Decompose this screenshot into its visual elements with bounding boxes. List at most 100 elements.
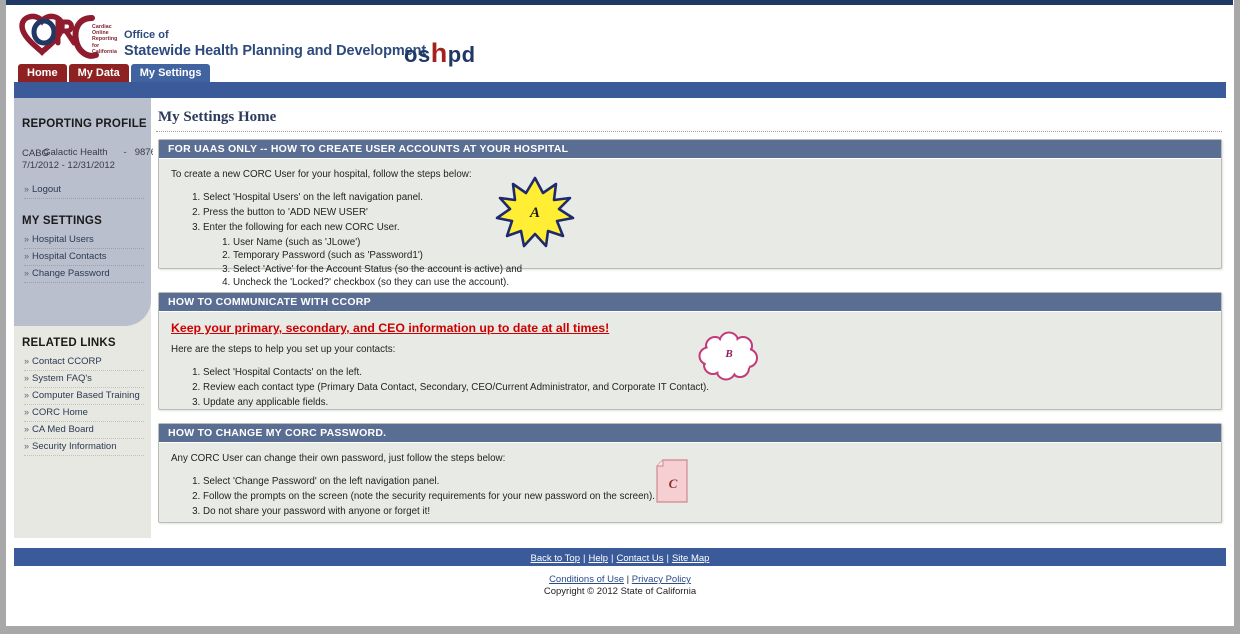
page-title: My Settings Home: [158, 109, 277, 125]
sidebar-upper-panel: [14, 98, 151, 326]
annotation-letter: C: [668, 476, 678, 491]
sidebar-item-contact-ccorp[interactable]: » Contact CCORP: [24, 356, 144, 371]
list-item: Uncheck the 'Locked?' checkbox (so they …: [233, 276, 1211, 290]
panel-title: FOR UAAS ONLY -- HOW TO CREATE USER ACCO…: [159, 140, 1221, 159]
arrow-icon: »: [24, 441, 30, 451]
list-item: Temporary Password (such as 'Password1'): [233, 249, 1211, 263]
arrow-icon: »: [24, 251, 30, 261]
office-of-label: Office of: [124, 29, 169, 41]
sidebar-item-label: Security Information: [32, 441, 117, 452]
sidebar-item-label: CORC Home: [32, 407, 88, 418]
list-item: Enter the following for each new CORC Us…: [203, 221, 1211, 290]
sidebar-item-corc-home[interactable]: » CORC Home: [24, 407, 144, 422]
footer-separator: |: [583, 553, 586, 564]
footer-link-back-to-top[interactable]: Back to Top: [531, 553, 580, 564]
oshpd-logo: oshpd: [404, 38, 476, 69]
sidebar-item-security-information[interactable]: » Security Information: [24, 441, 144, 456]
panel-warning: Keep your primary, secondary, and CEO in…: [171, 321, 610, 335]
list-item: Do not share your password with anyone o…: [203, 505, 1211, 519]
annotation-letter: B: [725, 348, 733, 360]
list-item: User Name (such as 'JLowe'): [233, 236, 1211, 250]
arrow-icon: »: [24, 424, 30, 434]
footer-links-bar: Back to Top | Help | Contact Us | Site Map: [14, 548, 1226, 566]
sidebar-item-hospital-users[interactable]: » Hospital Users: [24, 234, 144, 249]
footer-secondary-links: Conditions of Use | Privacy Policy: [6, 574, 1233, 585]
tab-my-settings[interactable]: My Settings: [130, 64, 211, 82]
sidebar-item-system-faqs[interactable]: » System FAQ's: [24, 373, 144, 388]
arrow-icon: »: [24, 268, 30, 278]
list-item: Select 'Hospital Users' on the left navi…: [203, 191, 1211, 205]
logo-subtext-line-5: California: [92, 48, 117, 55]
arrow-icon: »: [24, 390, 30, 400]
sidebar-item-label: CA Med Board: [32, 424, 94, 435]
oshpd-pd: pd: [447, 42, 476, 67]
annotation-marker-a: A: [495, 176, 575, 248]
main-tabs: Home My Data My Settings: [18, 64, 212, 82]
site-header: Cardiac Online Reporting for California …: [6, 5, 1233, 68]
panel-communicate-with-ccorp: HOW TO COMMUNICATE WITH CCORP Keep your …: [158, 292, 1222, 410]
panel-title: HOW TO CHANGE MY CORC PASSWORD.: [159, 424, 1221, 443]
title-divider: [156, 131, 1222, 132]
arrow-icon: »: [24, 184, 30, 194]
footer-separator: |: [611, 553, 614, 564]
annotation-marker-b: B: [698, 331, 760, 381]
profile-hospital: Galactic Health: [43, 147, 108, 158]
list-item: Select 'Active' for the Account Status (…: [233, 263, 1211, 277]
sidebar-item-label: Hospital Users: [32, 234, 94, 245]
related-links-heading: RELATED LINKS: [22, 337, 116, 349]
annotation-letter: A: [529, 205, 540, 221]
arrow-icon: »: [24, 373, 30, 383]
sidebar-item-label: Contact CCORP: [32, 356, 102, 367]
list-item-text: Enter the following for each new CORC Us…: [203, 222, 400, 233]
sidebar-item-label: Hospital Contacts: [32, 251, 107, 262]
panel-body: Keep your primary, secondary, and CEO in…: [159, 312, 1221, 421]
arrow-icon: »: [24, 234, 30, 244]
sidebar-item-logout[interactable]: » Logout: [24, 184, 144, 199]
nav-bar: [14, 82, 1226, 98]
panel-title: HOW TO COMMUNICATE WITH CCORP: [159, 293, 1221, 312]
footer-link-site-map[interactable]: Site Map: [672, 553, 710, 564]
annotation-marker-c: C: [654, 459, 692, 505]
corc-logo[interactable]: Cardiac Online Reporting for California: [16, 10, 126, 62]
tab-my-data[interactable]: My Data: [68, 64, 129, 82]
footer-link-contact-us[interactable]: Contact Us: [616, 553, 663, 564]
footer-link-privacy-policy[interactable]: Privacy Policy: [632, 574, 691, 585]
panel-body: To create a new CORC User for your hospi…: [159, 159, 1221, 301]
footer-link-help[interactable]: Help: [588, 553, 608, 564]
agency-name: Statewide Health Planning and Developmen…: [124, 43, 427, 59]
panel-intro: To create a new CORC User for your hospi…: [171, 169, 472, 180]
oshpd-h: h: [430, 38, 448, 68]
logo-subtext-line-3: Reporting: [92, 36, 118, 43]
panel-create-user-accounts: FOR UAAS ONLY -- HOW TO CREATE USER ACCO…: [158, 139, 1222, 288]
logo-subtext: Cardiac Online Reporting for California: [92, 24, 117, 55]
substeps-list: User Name (such as 'JLowe') Temporary Pa…: [203, 236, 1211, 290]
list-item: Follow the prompts on the screen (note t…: [203, 490, 1211, 504]
sidebar-item-label: Logout: [32, 184, 62, 195]
sidebar-item-label: System FAQ's: [32, 373, 92, 384]
sidebar: REPORTING PROFILE Galactic Health -987654…: [14, 98, 166, 538]
steps-list: Select 'Hospital Users' on the left navi…: [169, 191, 1211, 290]
arrow-icon: »: [24, 407, 30, 417]
oshpd-os: os: [404, 42, 431, 67]
sidebar-item-label: Change Password: [32, 268, 110, 279]
reporting-profile-heading: REPORTING PROFILE: [22, 118, 147, 130]
arrow-icon: »: [24, 356, 30, 366]
profile-period: 7/1/2012 - 12/31/2012: [22, 160, 115, 171]
tab-home[interactable]: Home: [18, 64, 67, 82]
sidebar-item-hospital-contacts[interactable]: » Hospital Contacts: [24, 251, 144, 266]
sidebar-item-label: Computer Based Training: [32, 390, 140, 401]
sidebar-item-ca-med-board[interactable]: » CA Med Board: [24, 424, 144, 439]
footer-separator: |: [666, 553, 669, 564]
list-item: Press the button to 'ADD NEW USER': [203, 206, 1211, 220]
browser-page: Cardiac Online Reporting for California …: [6, 0, 1234, 626]
screenshot-root: Cardiac Online Reporting for California …: [0, 0, 1240, 634]
profile-program: CABG: [22, 148, 49, 159]
footer-link-conditions-of-use[interactable]: Conditions of Use: [549, 574, 624, 585]
list-item: Select 'Change Password' on the left nav…: [203, 475, 1211, 489]
steps-list: Select 'Hospital Contacts' on the left. …: [169, 366, 1211, 410]
sidebar-item-computer-based-training[interactable]: » Computer Based Training: [24, 390, 144, 405]
sidebar-item-change-password[interactable]: » Change Password: [24, 268, 144, 283]
footer-secondary-separator: |: [624, 574, 632, 585]
list-item: Review each contact type (Primary Data C…: [203, 381, 1211, 395]
list-item: Update any applicable fields.: [203, 396, 1211, 410]
